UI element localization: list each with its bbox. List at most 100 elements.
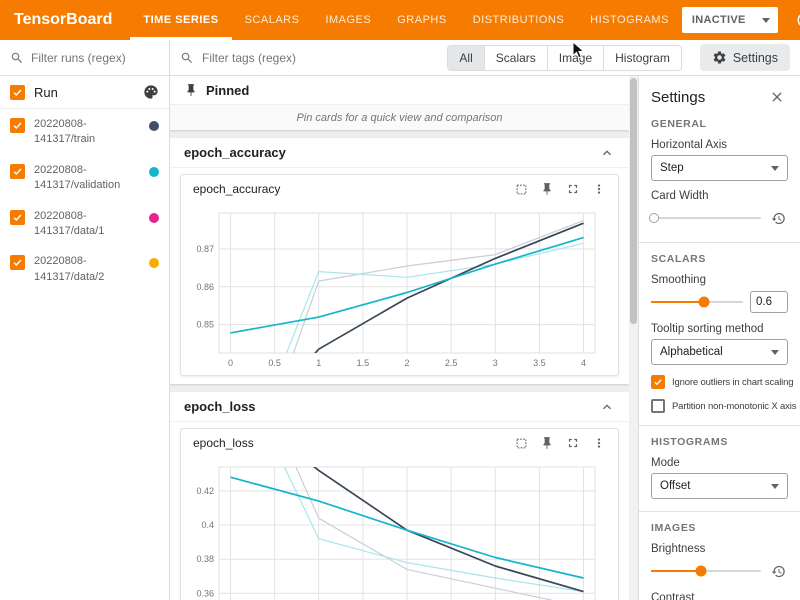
section-epoch-accuracy: epoch_accuracy epoch_accuracy 00.511.522… — [170, 138, 629, 384]
pin-icon[interactable] — [536, 432, 558, 454]
svg-text:0: 0 — [228, 358, 233, 368]
smoothing-label: Smoothing — [651, 274, 788, 286]
ignore-outliers-checkbox[interactable] — [651, 375, 665, 389]
chevron-up-icon[interactable] — [599, 399, 615, 415]
fullscreen-icon[interactable] — [562, 178, 584, 200]
slider-fill — [651, 301, 704, 303]
chevron-up-icon[interactable] — [599, 145, 615, 161]
tab-time-series[interactable]: TIME SERIES — [130, 0, 231, 40]
section-epoch-loss: epoch_loss epoch_loss 00.511.522.533.540… — [170, 392, 629, 600]
section-body: epoch_accuracy 00.511.522.533.540.850.86… — [170, 168, 629, 384]
settings-button[interactable]: Settings — [700, 44, 790, 71]
svg-text:1.5: 1.5 — [357, 358, 370, 368]
partition-x-axis-row: Partition non-monotonic X axis — [651, 399, 788, 413]
scalars-heading: SCALARS — [651, 253, 788, 265]
slider-knob[interactable] — [699, 297, 710, 308]
card-title: epoch_loss — [193, 436, 254, 450]
run-checkbox[interactable] — [10, 118, 25, 133]
run-checkbox[interactable] — [10, 210, 25, 225]
svg-text:2.5: 2.5 — [445, 358, 458, 368]
svg-text:0.42: 0.42 — [196, 486, 214, 496]
fit-domain-icon[interactable] — [510, 432, 532, 454]
section-body: epoch_loss 00.511.522.533.540.360.380.40… — [170, 422, 629, 600]
partition-x-axis-checkbox[interactable] — [651, 399, 665, 413]
svg-text:0.5: 0.5 — [268, 358, 281, 368]
run-label: 20220808-141317/validation — [34, 163, 140, 194]
cards-area: Pinned Pin cards for a quick view and co… — [170, 76, 629, 600]
reset-icon[interactable] — [768, 561, 788, 581]
tab-scalars[interactable]: SCALARS — [232, 0, 313, 40]
close-icon[interactable] — [766, 86, 788, 108]
card-width-slider[interactable] — [651, 217, 761, 219]
chip-scalars[interactable]: Scalars — [484, 46, 547, 70]
fit-domain-icon[interactable] — [510, 178, 532, 200]
slider-knob[interactable] — [649, 213, 659, 223]
filter-tags-input[interactable] — [202, 51, 439, 65]
histograms-heading: HISTOGRAMS — [651, 436, 788, 448]
horizontal-axis-select[interactable]: Step — [651, 155, 788, 181]
epoch-accuracy-chart[interactable]: 00.511.522.533.540.850.860.87 — [185, 203, 614, 375]
more-options-icon[interactable] — [588, 432, 610, 454]
ignore-outliers-row: Ignore outliers in chart scaling — [651, 375, 788, 389]
fullscreen-icon[interactable] — [562, 432, 584, 454]
settings-button-label: Settings — [733, 51, 778, 65]
run-label: 20220808-141317/train — [34, 117, 140, 148]
svg-text:0.4: 0.4 — [201, 520, 214, 530]
chip-histogram[interactable]: Histogram — [603, 46, 681, 70]
card-width-label: Card Width — [651, 190, 788, 202]
histogram-mode-select[interactable]: Offset — [651, 473, 788, 499]
search-icon — [10, 51, 24, 65]
top-app-bar: TensorBoard TIME SERIES SCALARS IMAGES G… — [0, 0, 800, 40]
card-title: epoch_accuracy — [193, 182, 280, 196]
section-header-epoch-accuracy[interactable]: epoch_accuracy — [170, 138, 629, 168]
svg-text:0.38: 0.38 — [196, 554, 214, 564]
settings-panel: Settings GENERAL Horizontal Axis Step Ca… — [638, 76, 800, 600]
smoothing-slider[interactable] — [651, 301, 743, 303]
slider-knob[interactable] — [695, 566, 706, 577]
partition-x-axis-label: Partition non-monotonic X axis — [672, 401, 796, 412]
tab-histograms[interactable]: HISTOGRAMS — [577, 0, 682, 40]
run-checkbox[interactable] — [10, 255, 25, 270]
filter-runs-box — [0, 40, 169, 76]
tab-distributions[interactable]: DISTRIBUTIONS — [460, 0, 577, 40]
main-scrollbar — [629, 76, 638, 600]
images-heading: IMAGES — [651, 522, 788, 534]
runs-header-label: Run — [34, 85, 134, 100]
chip-image[interactable]: Image — [547, 46, 603, 70]
brightness-slider[interactable] — [651, 570, 761, 572]
tag-filter-toolbar: All Scalars Image Histogram Settings — [170, 40, 800, 76]
run-row-train: 20220808-141317/train — [0, 109, 169, 155]
tab-images[interactable]: IMAGES — [312, 0, 384, 40]
section-header-epoch-loss[interactable]: epoch_loss — [170, 392, 629, 422]
epoch-loss-chart[interactable]: 00.511.522.533.540.360.380.40.42 — [185, 457, 614, 600]
filter-runs-input[interactable] — [31, 51, 159, 65]
divider — [639, 242, 800, 243]
theme-toggle-icon[interactable] — [790, 5, 800, 35]
tab-graphs[interactable]: GRAPHS — [384, 0, 459, 40]
card-actions — [510, 432, 610, 454]
run-row-data-1: 20220808-141317/data/1 — [0, 201, 169, 247]
pin-icon[interactable] — [536, 178, 558, 200]
run-checkbox[interactable] — [10, 164, 25, 179]
reload-status-dropdown[interactable]: INACTIVE — [682, 7, 778, 33]
scalar-card-epoch-loss: epoch_loss 00.511.522.533.540.360.380.40… — [180, 428, 619, 600]
scrollbar-thumb[interactable] — [630, 78, 637, 324]
scalar-card-epoch-accuracy: epoch_accuracy 00.511.522.533.540.850.86… — [180, 174, 619, 376]
palette-icon[interactable] — [143, 84, 159, 100]
runs-header-row: Run — [0, 76, 169, 109]
svg-text:1: 1 — [316, 358, 321, 368]
chevron-down-icon — [771, 350, 779, 355]
tag-type-filter-group: All Scalars Image Histogram — [447, 45, 681, 71]
reset-icon[interactable] — [768, 208, 788, 228]
select-all-runs-checkbox[interactable] — [10, 85, 25, 100]
runs-sidebar: Run 20220808-141317/train 20220808-14131… — [0, 40, 170, 600]
tooltip-sorting-select[interactable]: Alphabetical — [651, 339, 788, 365]
smoothing-input[interactable] — [750, 291, 788, 313]
svg-text:3: 3 — [493, 358, 498, 368]
divider — [639, 425, 800, 426]
svg-text:3.5: 3.5 — [533, 358, 546, 368]
slider-fill — [651, 570, 701, 572]
more-options-icon[interactable] — [588, 178, 610, 200]
chip-all[interactable]: All — [448, 46, 483, 70]
pinned-title: Pinned — [206, 83, 249, 98]
